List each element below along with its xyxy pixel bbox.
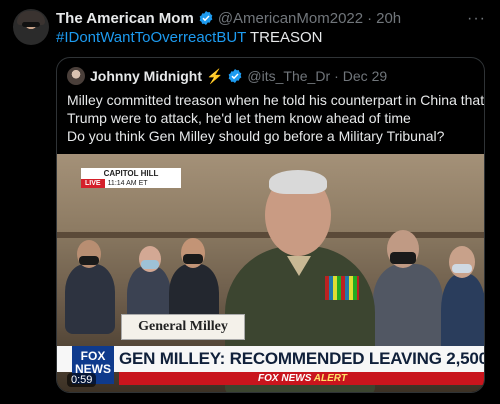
- quoted-text-line: Milley committed treason when he told hi…: [67, 92, 485, 108]
- more-icon[interactable]: ···: [467, 10, 486, 28]
- hashtag-link[interactable]: #IDontWantToOverreactBUT: [56, 29, 246, 46]
- video-timer: 0:59: [67, 373, 97, 387]
- alert-brand: FOX NEWS: [258, 373, 312, 384]
- background-person-head: [449, 246, 475, 278]
- author-name[interactable]: The American Mom: [56, 10, 194, 27]
- quoted-author-handle[interactable]: @its_The_Dr: [247, 68, 330, 84]
- verified-badge-icon: [199, 11, 213, 25]
- separator-dot: ·: [334, 68, 339, 84]
- quoted-author-name[interactable]: Johnny Midnight: [90, 68, 202, 84]
- quoted-avatar[interactable]: [67, 67, 85, 85]
- background-person: [373, 264, 443, 354]
- banner-headline: GEN MILLEY: RECOMMENDED LEAVING 2,500 TR…: [119, 349, 485, 368]
- quoted-text-line: Do you think Gen Milley should go before…: [67, 128, 445, 144]
- face-mask: [390, 252, 416, 264]
- video-player[interactable]: CAPITOL HILL LIVE 11:14 AM ET General Mil…: [57, 154, 485, 392]
- quoted-tweet[interactable]: Johnny Midnight ⚡ @its_The_Dr · Dec 29 M…: [56, 57, 485, 393]
- quoted-text-line: Trump were to attack, he'd let them know…: [67, 110, 411, 126]
- face-mask: [79, 256, 99, 265]
- nameplate: General Milley: [121, 314, 245, 340]
- alert-bar: FOX NEWS ALERT: [119, 372, 484, 385]
- avatar[interactable]: [13, 9, 49, 45]
- live-indicator: LIVE 11:14 AM ET: [81, 179, 181, 188]
- face-mask: [183, 254, 203, 264]
- tweet-header: The American Mom @AmericanMom2022 · 20h: [56, 9, 401, 27]
- live-badge: LIVE: [81, 179, 105, 188]
- author-handle[interactable]: @AmericanMom2022: [218, 10, 363, 27]
- face-mask: [452, 264, 472, 273]
- avatar-glasses: [22, 22, 40, 27]
- tweet-text: #IDontWantToOverreactBUT TREASON: [56, 29, 322, 46]
- tweet-body: TREASON: [246, 29, 323, 46]
- alert-word: ALERT: [313, 373, 347, 384]
- quoted-header: Johnny Midnight ⚡ @its_The_Dr · Dec 29: [90, 67, 387, 85]
- location-bug: CAPITOL HILL LIVE 11:14 AM ET: [81, 168, 181, 188]
- tweet[interactable]: The American Mom @AmericanMom2022 · 20h …: [0, 0, 500, 404]
- lightning-icon: ⚡: [205, 67, 224, 84]
- background-person: [65, 264, 115, 334]
- separator-dot: ·: [367, 9, 373, 27]
- live-time: 11:14 AM ET: [107, 180, 148, 187]
- general-hair: [269, 170, 327, 194]
- quoted-text: Milley committed treason when he told hi…: [67, 91, 485, 145]
- verified-badge-icon: [229, 69, 242, 83]
- face-mask: [141, 260, 159, 269]
- quoted-timestamp[interactable]: Dec 29: [343, 68, 387, 84]
- tweet-timestamp[interactable]: 20h: [376, 10, 401, 27]
- ribbons: [325, 276, 359, 300]
- location-label: CAPITOL HILL: [81, 168, 181, 179]
